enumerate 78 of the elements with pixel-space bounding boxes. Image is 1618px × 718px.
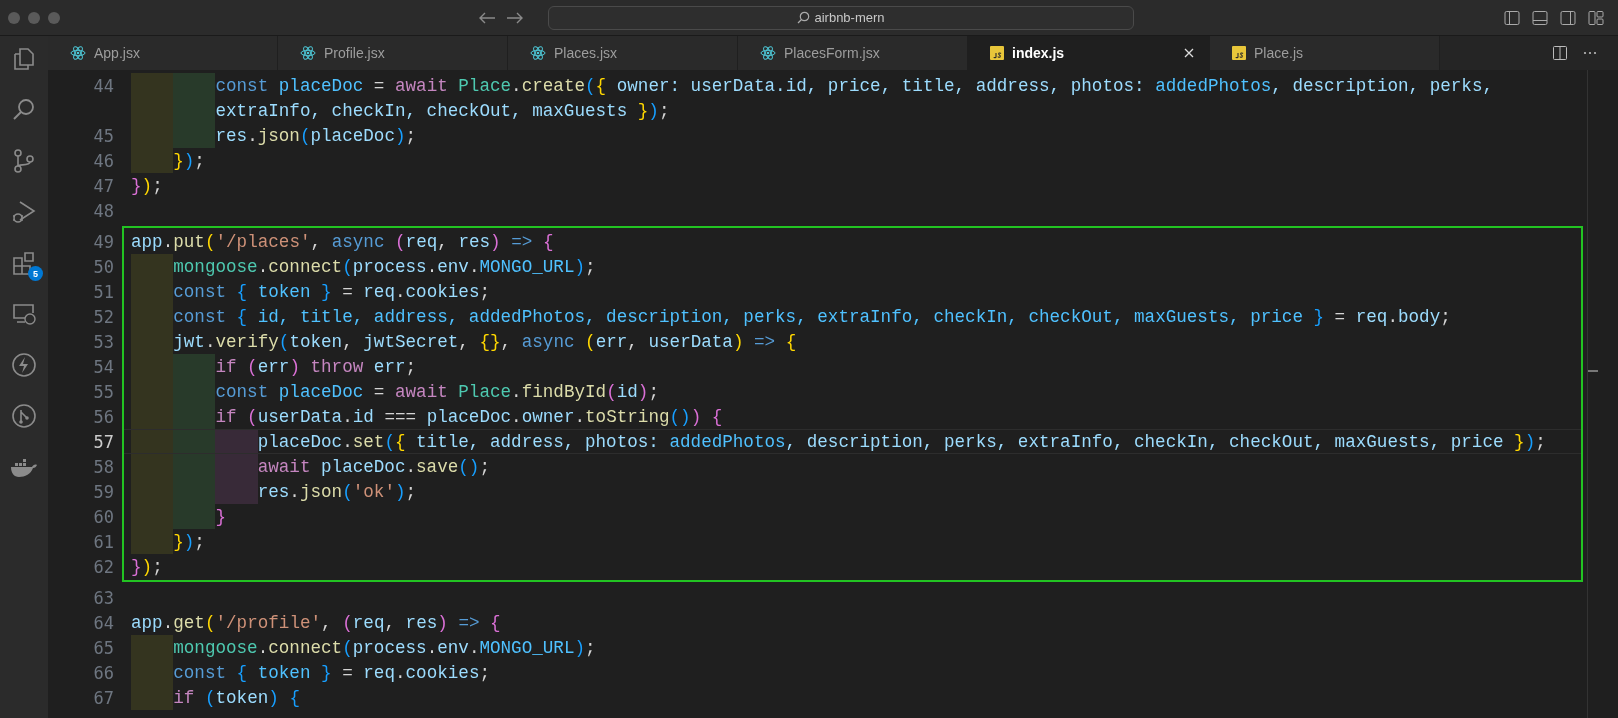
code-line: }); bbox=[173, 530, 205, 554]
code-line: res.json(placeDoc); bbox=[215, 124, 417, 148]
panel-layout-icon[interactable] bbox=[1532, 9, 1548, 26]
code-line: const placeDoc = await Place.create({ owner: userData.id, price, title, address, photos: addedPhotos, description, perks, bbox=[215, 74, 1494, 98]
line-number: 46 bbox=[93, 150, 114, 171]
line-number: 67 bbox=[93, 687, 114, 708]
remote-explorer-icon[interactable] bbox=[11, 301, 37, 327]
code-line: app.get('/profile', (req, res) => { bbox=[131, 611, 501, 635]
line-number: 58 bbox=[93, 456, 114, 477]
editor-tab[interactable]: App.jsx bbox=[48, 36, 278, 70]
js-file-icon bbox=[1232, 46, 1246, 60]
notification-badge: 5 bbox=[28, 266, 43, 281]
code-line: jwt.verify(token, jwtSecret, {}, async (err, userData) => { bbox=[173, 330, 797, 354]
customize-layout-icon[interactable] bbox=[1588, 9, 1604, 26]
extensions-icon[interactable] bbox=[11, 250, 37, 276]
code-line: extraInfo, checkIn, checkOut, maxGuests }); bbox=[215, 99, 670, 123]
back-arrow-icon[interactable] bbox=[478, 10, 496, 25]
secondary-sidebar-icon[interactable] bbox=[1560, 9, 1576, 26]
line-number: 66 bbox=[93, 662, 114, 683]
line-number: 63 bbox=[93, 587, 114, 608]
code-line: mongoose.connect(process.env.MONGO_URL); bbox=[173, 255, 596, 279]
code-line: }); bbox=[131, 555, 163, 579]
line-number: 49 bbox=[93, 231, 114, 252]
code-line: const { id, title, address, addedPhotos, description, perks, extraInfo, checkIn, checkOut, maxGuests, price } = req.body; bbox=[173, 305, 1451, 329]
git-graph-icon[interactable] bbox=[11, 403, 37, 429]
atom-icon bbox=[760, 45, 776, 61]
code-line: const { token } = req.cookies; bbox=[173, 280, 491, 304]
line-number: 48 bbox=[93, 200, 114, 221]
js-file-icon bbox=[990, 46, 1004, 60]
line-number: 65 bbox=[93, 637, 114, 658]
editor-tab[interactable]: Place.js bbox=[1210, 36, 1440, 70]
editor-tab[interactable]: Profile.jsx bbox=[278, 36, 508, 70]
line-number: 53 bbox=[93, 331, 114, 352]
code-line: mongoose.connect(process.env.MONGO_URL); bbox=[173, 636, 596, 660]
line-number: 57 bbox=[93, 431, 114, 452]
line-number: 64 bbox=[93, 612, 114, 633]
forward-arrow-icon[interactable] bbox=[506, 10, 524, 25]
code-line: res.json('ok'); bbox=[257, 480, 417, 504]
code-line: const placeDoc = await Place.findById(id); bbox=[215, 380, 659, 404]
code-line: placeDoc.set({ title, address, photos: addedPhotos, description, perks, extraInfo, checkIn, checkOut, maxGuests, price }); bbox=[257, 430, 1546, 453]
code-line: if (userData.id === placeDoc.owner.toString()) { bbox=[215, 405, 723, 429]
files-icon[interactable] bbox=[11, 46, 37, 72]
sidebar-layout-icon[interactable] bbox=[1504, 9, 1520, 26]
line-number: 52 bbox=[93, 306, 114, 327]
code-line: }); bbox=[173, 149, 205, 173]
line-number: 44 bbox=[93, 75, 114, 96]
line-number: 54 bbox=[93, 356, 114, 377]
split-editor-icon[interactable] bbox=[1552, 45, 1568, 61]
code-line: if (err) throw err; bbox=[215, 355, 417, 379]
line-number: 60 bbox=[93, 506, 114, 527]
source-control-icon[interactable] bbox=[11, 148, 37, 174]
code-line: }); bbox=[131, 174, 163, 198]
code-line: } bbox=[215, 505, 226, 529]
code-line: await placeDoc.save(); bbox=[257, 455, 490, 479]
whale-icon[interactable] bbox=[10, 456, 38, 478]
atom-icon bbox=[530, 45, 546, 61]
line-number: 51 bbox=[93, 281, 114, 302]
atom-icon bbox=[70, 45, 86, 61]
line-number: 47 bbox=[93, 175, 114, 196]
editor-tab[interactable]: Places.jsx bbox=[508, 36, 738, 70]
line-number: 50 bbox=[93, 256, 114, 277]
code-line: app.put('/places', async (req, res) => { bbox=[131, 230, 554, 254]
editor-tab[interactable]: index.js bbox=[968, 36, 1210, 70]
editor-tab[interactable]: PlacesForm.jsx bbox=[738, 36, 968, 70]
line-number: 59 bbox=[93, 481, 114, 502]
line-number: 55 bbox=[93, 381, 114, 402]
line-number: 62 bbox=[93, 556, 114, 577]
atom-icon bbox=[300, 45, 316, 61]
line-number: 56 bbox=[93, 406, 114, 427]
code-line: if (token) { bbox=[173, 686, 300, 710]
line-number: 45 bbox=[93, 125, 114, 146]
command-search-field[interactable]: airbnb-mern bbox=[548, 5, 1134, 30]
code-line: const { token } = req.cookies; bbox=[173, 661, 491, 685]
line-number: 61 bbox=[93, 531, 114, 552]
run-debug-icon[interactable] bbox=[11, 199, 37, 225]
search-icon bbox=[797, 11, 811, 24]
lightning-icon[interactable] bbox=[11, 352, 37, 378]
close-icon[interactable] bbox=[1183, 47, 1195, 59]
